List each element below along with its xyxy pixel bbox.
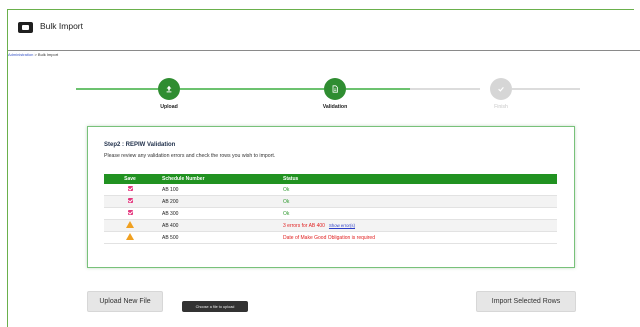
step-upload-circle xyxy=(158,78,180,100)
table-header-row: Save Schedule Number Status xyxy=(104,174,557,184)
step-validation-label: Validation xyxy=(322,104,348,110)
status-cell: Ok xyxy=(277,184,557,196)
progress-stepper: Upload Validation Finish xyxy=(76,78,580,118)
save-cell xyxy=(104,195,156,208)
column-header-save: Save xyxy=(104,174,156,184)
column-header-schedule-number: Schedule Number xyxy=(156,174,277,184)
panel-title: Step2 : REPIW Validation xyxy=(104,142,176,148)
step-upload-label: Upload xyxy=(160,104,178,110)
warning-icon xyxy=(126,233,134,240)
schedule-number-cell: AB 500 xyxy=(156,231,277,244)
table-row: AB 200 Ok xyxy=(104,195,557,208)
status-cell: 3 errors for AB 400 Show error(s) xyxy=(277,219,557,232)
schedule-number-cell: AB 400 xyxy=(156,219,277,232)
save-cell xyxy=(104,184,156,196)
import-icon xyxy=(18,22,33,33)
validation-table: Save Schedule Number Status AB 100 Ok AB… xyxy=(104,174,557,244)
schedule-number-cell: AB 100 xyxy=(156,184,277,196)
status-cell: Ok xyxy=(277,207,557,220)
step-connector xyxy=(512,88,580,90)
save-checkbox[interactable] xyxy=(127,210,133,215)
table-row: AB 400 3 errors for AB 400 Show error(s) xyxy=(104,219,557,232)
breadcrumb-current: Bulk Import xyxy=(37,52,59,57)
panel-description: Please review any validation errors and … xyxy=(104,153,276,159)
validation-panel: Step2 : REPIW Validation Please review a… xyxy=(87,126,575,268)
page-header: Bulk Import xyxy=(8,10,640,51)
save-cell xyxy=(104,207,156,220)
upload-tooltip: Choose a file to upload xyxy=(182,301,248,312)
step-connector xyxy=(76,88,158,90)
table-row: AB 300 Ok xyxy=(104,207,557,220)
check-icon xyxy=(498,87,504,92)
step-connector xyxy=(180,88,324,90)
upload-icon xyxy=(166,85,172,93)
step-finish-circle xyxy=(490,78,512,100)
status-cell: Ok xyxy=(277,195,557,208)
step-connector xyxy=(346,88,410,90)
table-row: AB 100 Ok xyxy=(104,184,557,196)
schedule-number-cell: AB 300 xyxy=(156,207,277,220)
step-finish-label: Finish xyxy=(494,104,508,110)
save-cell xyxy=(104,231,156,244)
warning-icon xyxy=(126,221,134,228)
upload-new-file-button[interactable]: Upload New File xyxy=(87,291,163,312)
column-header-status: Status xyxy=(277,174,557,184)
status-text: 3 errors for AB 400 xyxy=(283,222,325,229)
breadcrumb-administration[interactable]: Administration xyxy=(8,52,33,57)
show-errors-link[interactable]: Show error(s) xyxy=(329,223,355,228)
page-title: Bulk Import xyxy=(40,21,83,31)
breadcrumb: Administration > Bulk Import xyxy=(8,52,58,57)
step-validation-circle xyxy=(324,78,346,100)
step-connector xyxy=(410,88,480,90)
import-selected-rows-button[interactable]: Import Selected Rows xyxy=(476,291,576,312)
document-icon xyxy=(332,85,338,93)
save-checkbox[interactable] xyxy=(127,186,133,191)
save-cell xyxy=(104,219,156,232)
status-cell: Date of Make Good Obligation is required xyxy=(277,231,557,244)
table-row: AB 500 Date of Make Good Obligation is r… xyxy=(104,231,557,244)
schedule-number-cell: AB 200 xyxy=(156,195,277,208)
save-checkbox[interactable] xyxy=(127,198,133,203)
